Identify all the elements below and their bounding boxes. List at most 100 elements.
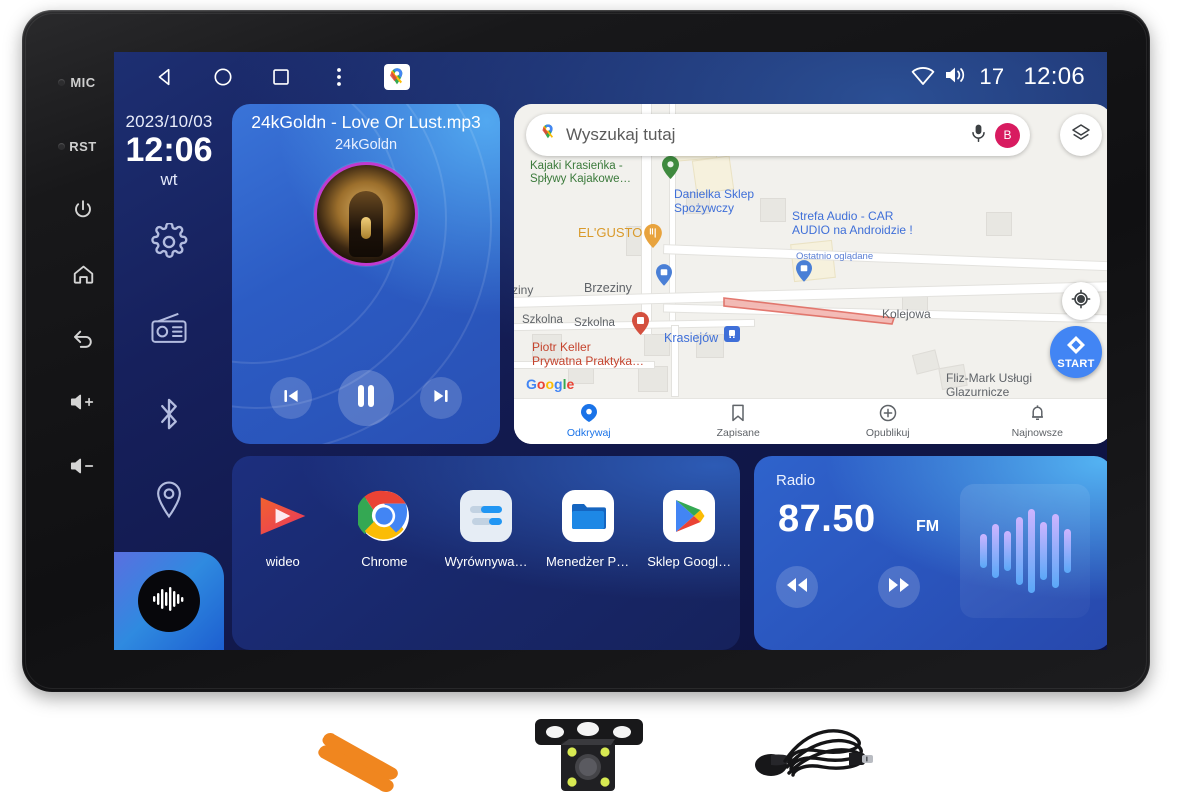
- video-player-icon: [257, 490, 309, 542]
- map-nav-label: Odkrywaj: [566, 427, 611, 439]
- sidebar-item-radio[interactable]: [138, 300, 200, 362]
- map-label: Fliz-Mark Usługi Glazurnicze: [946, 371, 1033, 399]
- nav-home-button[interactable]: [194, 54, 252, 100]
- map-nav-label: Zapisane: [716, 427, 760, 439]
- visualizer-bar: [1051, 514, 1059, 588]
- app-shortcut-equalizer[interactable]: Wyrównywa…: [440, 490, 532, 569]
- accessory-rear-camera: [523, 707, 653, 803]
- map-layers-button[interactable]: [1060, 114, 1102, 156]
- voice-assistant-icon: [151, 586, 187, 617]
- app-shortcut-chrome[interactable]: Chrome: [338, 490, 430, 569]
- map-marker-green[interactable]: [662, 156, 679, 179]
- app-shortcuts-card[interactable]: wideo Chrome Wyrównywa… Menedżer P… Skle…: [232, 456, 740, 650]
- map-label-street: Kolejowa: [882, 307, 931, 321]
- microphone-icon[interactable]: [970, 123, 987, 148]
- sidebar-time: 12:06: [125, 131, 213, 169]
- app-label: wideo: [265, 554, 300, 569]
- map-search-bar[interactable]: Wyszukaj tutaj B: [526, 114, 1030, 156]
- android-nav-keys: [136, 54, 426, 100]
- volume-down-button[interactable]: [52, 434, 114, 498]
- volume-down-icon: [69, 455, 97, 477]
- sidebar-date: 2023/10/03: [125, 112, 213, 131]
- radio-title: Radio: [776, 472, 816, 489]
- previous-track-button[interactable]: [270, 377, 312, 419]
- radio-seek-down-button[interactable]: [776, 566, 818, 608]
- map-building: [760, 198, 786, 222]
- app-label: Chrome: [361, 554, 408, 569]
- play-pause-button[interactable]: [338, 370, 394, 426]
- app-shortcut-video[interactable]: wideo: [237, 490, 329, 569]
- media-track-title: 24kGoldn - Love Or Lust.mp3: [251, 112, 481, 132]
- home-button[interactable]: [52, 242, 114, 306]
- my-location-button[interactable]: [1062, 282, 1100, 320]
- map-marker-train-station[interactable]: [724, 326, 740, 342]
- radio-frequency: 87.50: [778, 498, 876, 540]
- navigation-start-button[interactable]: START: [1050, 326, 1102, 378]
- map-building: [986, 212, 1012, 236]
- visualizer-bar: [1015, 517, 1023, 585]
- my-location-icon: [1071, 289, 1091, 314]
- nav-back-button[interactable]: [136, 54, 194, 100]
- app-label: Sklep Googl…: [647, 554, 732, 569]
- media-transport-controls: [232, 370, 500, 426]
- google-maps-card[interactable]: Kajaki Krasieńka - Spływy Kajakowe… Dani…: [514, 104, 1107, 444]
- map-building: [638, 366, 668, 392]
- updates-bell-icon: [1030, 404, 1045, 425]
- power-icon: [71, 198, 95, 222]
- status-maps-shortcut[interactable]: [368, 54, 426, 100]
- volume-up-button[interactable]: [52, 370, 114, 434]
- app-shortcut-play-store[interactable]: Sklep Googl…: [643, 490, 735, 569]
- map-label: EL'GUSTO: [578, 225, 643, 240]
- avatar[interactable]: B: [995, 122, 1020, 148]
- map-marker-audio-shop[interactable]: [796, 260, 812, 282]
- bluetooth-icon: [153, 395, 185, 438]
- app-shortcut-file-manager[interactable]: Menedżer P…: [542, 490, 634, 569]
- volume-level: 17: [979, 64, 1005, 89]
- gear-icon: [150, 222, 188, 266]
- map-marker-restaurant[interactable]: [644, 224, 662, 248]
- map-marker-clinic[interactable]: [632, 312, 649, 335]
- voice-assistant-dock[interactable]: [114, 552, 224, 650]
- map-building: [911, 349, 941, 375]
- included-accessories: [0, 700, 1186, 810]
- touchscreen-display[interactable]: 17 12:06 2023/10/03 12:06 wt 24kGoldn - …: [114, 52, 1107, 650]
- map-search-placeholder[interactable]: Wyszukaj tutaj: [566, 125, 962, 145]
- nav-recents-button[interactable]: [252, 54, 310, 100]
- app-label: Wyrównywa…: [444, 554, 528, 569]
- equalizer-icon: [459, 490, 512, 542]
- media-player-card[interactable]: 24kGoldn - Love Or Lust.mp3 24kGoldn: [232, 104, 500, 444]
- back-button[interactable]: [52, 306, 114, 370]
- map-nav-contribute[interactable]: Opublikuj: [813, 404, 963, 439]
- sidebar-item-bluetooth[interactable]: [138, 386, 200, 448]
- app-label: Menedżer P…: [546, 554, 630, 569]
- car-stereo-device: MIC RST 17 12:06 2023/10/03 12:06 wt 24k…: [22, 10, 1150, 692]
- map-nav-explore[interactable]: Odkrywaj: [514, 404, 664, 439]
- explore-pin-icon: [580, 404, 597, 425]
- map-nav-label: Najnowsze: [1011, 427, 1063, 439]
- map-label-street: ziny: [514, 283, 534, 297]
- reset-hardware-button[interactable]: RST: [52, 114, 114, 178]
- map-marker-shop[interactable]: [656, 264, 672, 286]
- back-arrow-icon: [70, 325, 96, 351]
- layers-icon: [1071, 123, 1091, 148]
- volume-up-icon: [69, 391, 97, 413]
- next-track-button[interactable]: [420, 377, 462, 419]
- visualizer-bar: [1063, 529, 1071, 573]
- voice-assistant-button[interactable]: [138, 570, 200, 632]
- app-shortcut-row: wideo Chrome Wyrównywa… Menedżer P… Skle…: [232, 490, 740, 569]
- navigation-arrow-icon: [1065, 334, 1087, 361]
- power-button[interactable]: [52, 178, 114, 242]
- map-nav-updates[interactable]: Najnowsze: [963, 404, 1108, 439]
- chrome-icon: [358, 490, 410, 542]
- radio-seek-up-button[interactable]: [878, 566, 920, 608]
- map-label-street: Brzeziny: [584, 281, 632, 295]
- accessory-pry-tools: [311, 710, 431, 800]
- map-nav-saved[interactable]: Zapisane: [664, 404, 814, 439]
- nav-overflow-button[interactable]: [310, 54, 368, 100]
- sidebar-item-navigation[interactable]: [138, 472, 200, 534]
- fast-forward-icon: [888, 577, 910, 598]
- map-bottom-navigation: Odkrywaj Zapisane Opublikuj Najnowsze: [514, 398, 1107, 444]
- sidebar-item-settings[interactable]: [138, 214, 200, 276]
- map-nav-label: Opublikuj: [865, 427, 910, 439]
- radio-widget-card[interactable]: Radio 87.50 FM: [754, 456, 1107, 650]
